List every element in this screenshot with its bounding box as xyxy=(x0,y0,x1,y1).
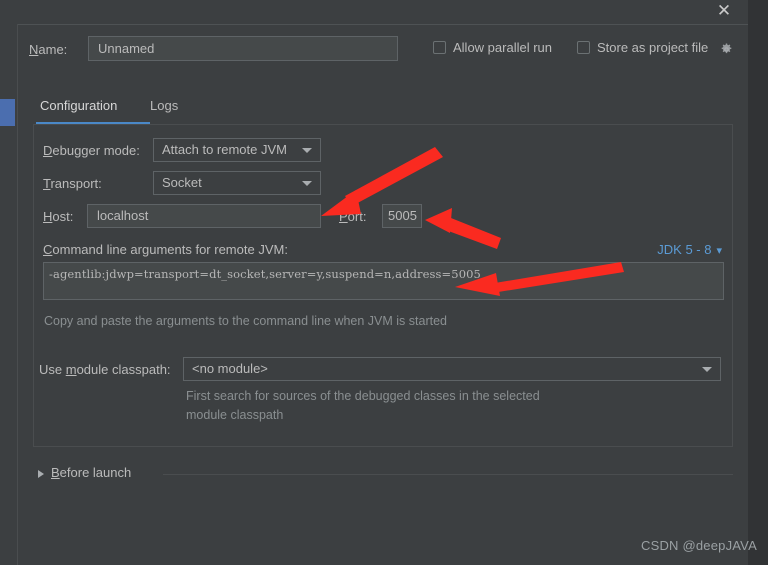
debugger-mode-value: Attach to remote JVM xyxy=(162,142,287,157)
transport-value: Socket xyxy=(162,175,202,190)
checkbox-box xyxy=(433,41,446,54)
gear-icon[interactable] xyxy=(720,43,733,56)
dialog-root: ✕ Name: Unnamed Allow parallel run Store… xyxy=(0,0,768,565)
section-divider xyxy=(163,474,733,475)
checkbox-box xyxy=(577,41,590,54)
chevron-down-icon xyxy=(302,148,312,153)
host-input[interactable]: localhost xyxy=(87,204,321,228)
allow-parallel-run-label: Allow parallel run xyxy=(453,40,552,55)
transport-dropdown[interactable]: Socket xyxy=(153,171,321,195)
module-hint-line-1: First search for sources of the debugged… xyxy=(186,389,540,403)
title-bar-divider xyxy=(0,24,748,25)
tab-configuration[interactable]: Configuration xyxy=(40,98,117,113)
store-as-project-file-label: Store as project file xyxy=(597,40,709,55)
args-label: Command line arguments for remote JVM: xyxy=(43,242,288,257)
name-input[interactable]: Unnamed xyxy=(88,36,398,61)
right-edge-strip xyxy=(748,0,768,565)
port-input[interactable]: 5005 xyxy=(382,204,422,228)
chevron-down-icon: ▾ xyxy=(716,245,722,257)
args-value: -agentlib:jdwp=transport=dt_socket,serve… xyxy=(49,267,481,281)
tab-bar: Configuration Logs xyxy=(18,96,748,126)
configuration-panel: Debugger mode: Attach to remote JVM Tran… xyxy=(33,124,733,447)
chevron-down-icon xyxy=(702,367,712,372)
transport-label: Transport: xyxy=(43,176,102,191)
name-label: Name: xyxy=(29,42,68,57)
module-classpath-dropdown[interactable]: <no module> xyxy=(183,357,721,381)
port-label: Port: xyxy=(339,209,367,224)
args-hint: Copy and paste the arguments to the comm… xyxy=(44,314,447,328)
module-classpath-label: Use module classpath: xyxy=(39,362,171,377)
chevron-down-icon xyxy=(302,181,312,186)
tab-logs[interactable]: Logs xyxy=(150,98,178,113)
left-rail-selection-marker xyxy=(0,99,15,126)
jdk-version-label: JDK 5 - 8 xyxy=(657,242,712,257)
watermark: CSDN @deepJAVA xyxy=(641,538,757,553)
jdk-version-selector[interactable]: JDK 5 - 8 ▾ xyxy=(657,242,722,257)
host-label: Host: xyxy=(43,209,74,224)
close-icon[interactable]: ✕ xyxy=(706,0,742,22)
debugger-mode-label: Debugger mode: xyxy=(43,143,140,158)
args-textarea[interactable]: -agentlib:jdwp=transport=dt_socket,serve… xyxy=(43,262,724,300)
before-launch-section[interactable]: Before launch xyxy=(33,465,733,485)
title-bar: ✕ xyxy=(0,0,768,24)
debugger-mode-dropdown[interactable]: Attach to remote JVM xyxy=(153,138,321,162)
name-row: Name: Unnamed Allow parallel run Store a… xyxy=(0,36,748,66)
module-classpath-value: <no module> xyxy=(192,361,268,376)
allow-parallel-run-checkbox[interactable]: Allow parallel run xyxy=(433,40,552,55)
module-hint-line-2: module classpath xyxy=(186,408,284,422)
before-launch-label: Before launch xyxy=(51,465,132,480)
store-as-project-file-checkbox[interactable]: Store as project file xyxy=(577,40,733,55)
chevron-right-icon[interactable] xyxy=(38,470,44,478)
